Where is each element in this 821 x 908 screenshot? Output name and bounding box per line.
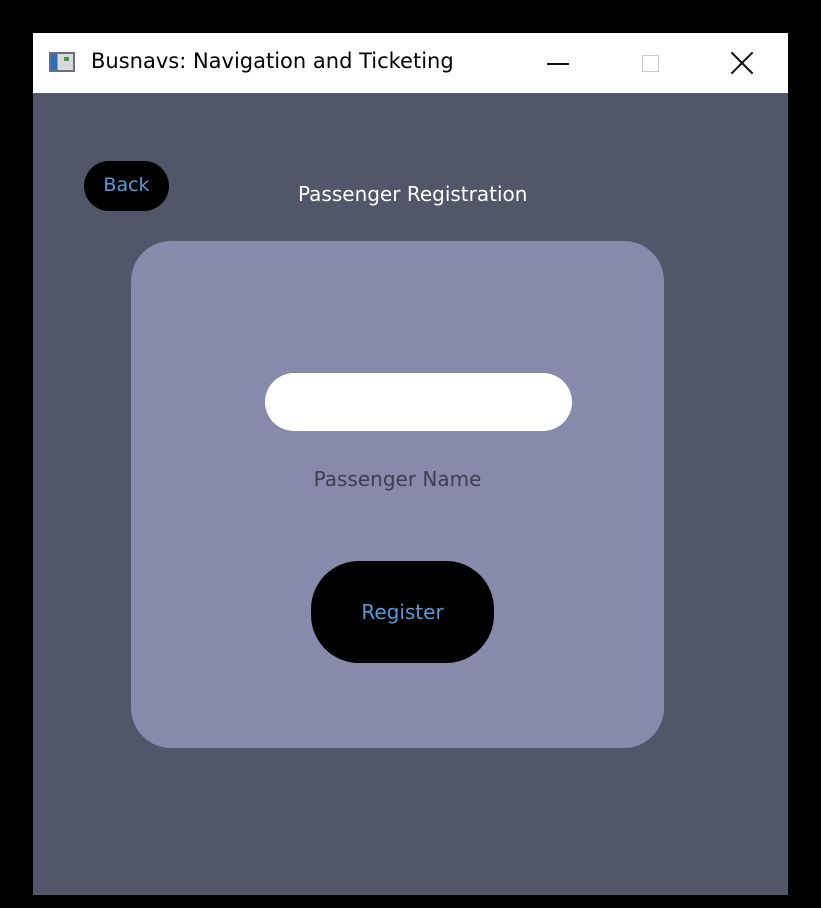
minimize-button[interactable] [523,33,593,93]
passenger-name-label: Passenger Name [313,467,482,491]
register-button[interactable]: Register [311,561,494,663]
app-window-icon [49,52,75,72]
maximize-button[interactable] [615,33,685,93]
passenger-name-input[interactable] [265,373,572,431]
registration-card: Passenger Name Register [131,241,664,748]
minimize-icon [547,63,569,65]
back-button[interactable]: Back [84,161,169,211]
close-button[interactable] [707,33,777,93]
title-bar[interactable]: Busnavs: Navigation and Ticketing [33,33,788,93]
page-title: Passenger Registration [298,182,528,206]
app-window: Busnavs: Navigation and Ticketing Back P… [33,33,788,895]
maximize-icon [641,54,659,72]
close-icon [730,51,754,75]
window-title: Busnavs: Navigation and Ticketing [91,49,454,73]
